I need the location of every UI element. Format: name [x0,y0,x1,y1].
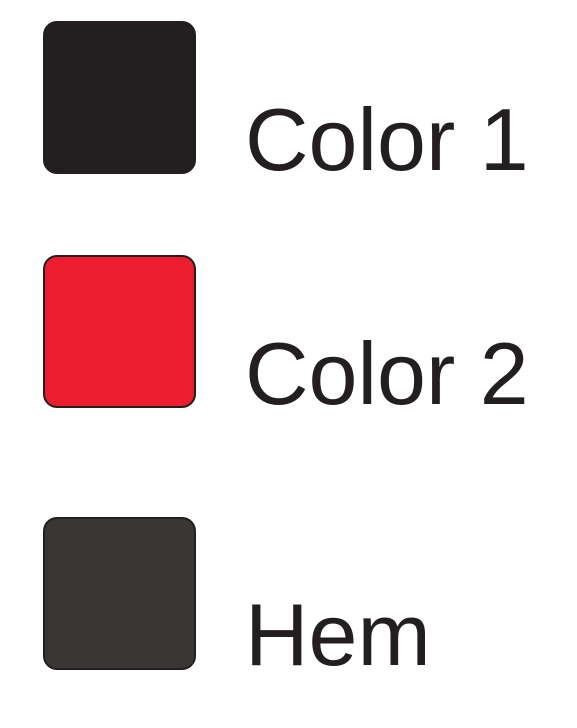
legend-item-color-2: Color 2 [0,236,577,466]
color-2-label: Color 2 [245,324,529,423]
color-2-swatch [43,255,196,408]
hem-swatch [43,517,196,670]
color-1-swatch [43,21,196,174]
legend-item-hem: Hem [0,498,577,728]
color-1-label: Color 1 [245,90,529,189]
hem-label: Hem [245,585,431,684]
legend-item-color-1: Color 1 [0,0,577,230]
color-legend: Color 1 Color 2 Hem [0,0,577,681]
